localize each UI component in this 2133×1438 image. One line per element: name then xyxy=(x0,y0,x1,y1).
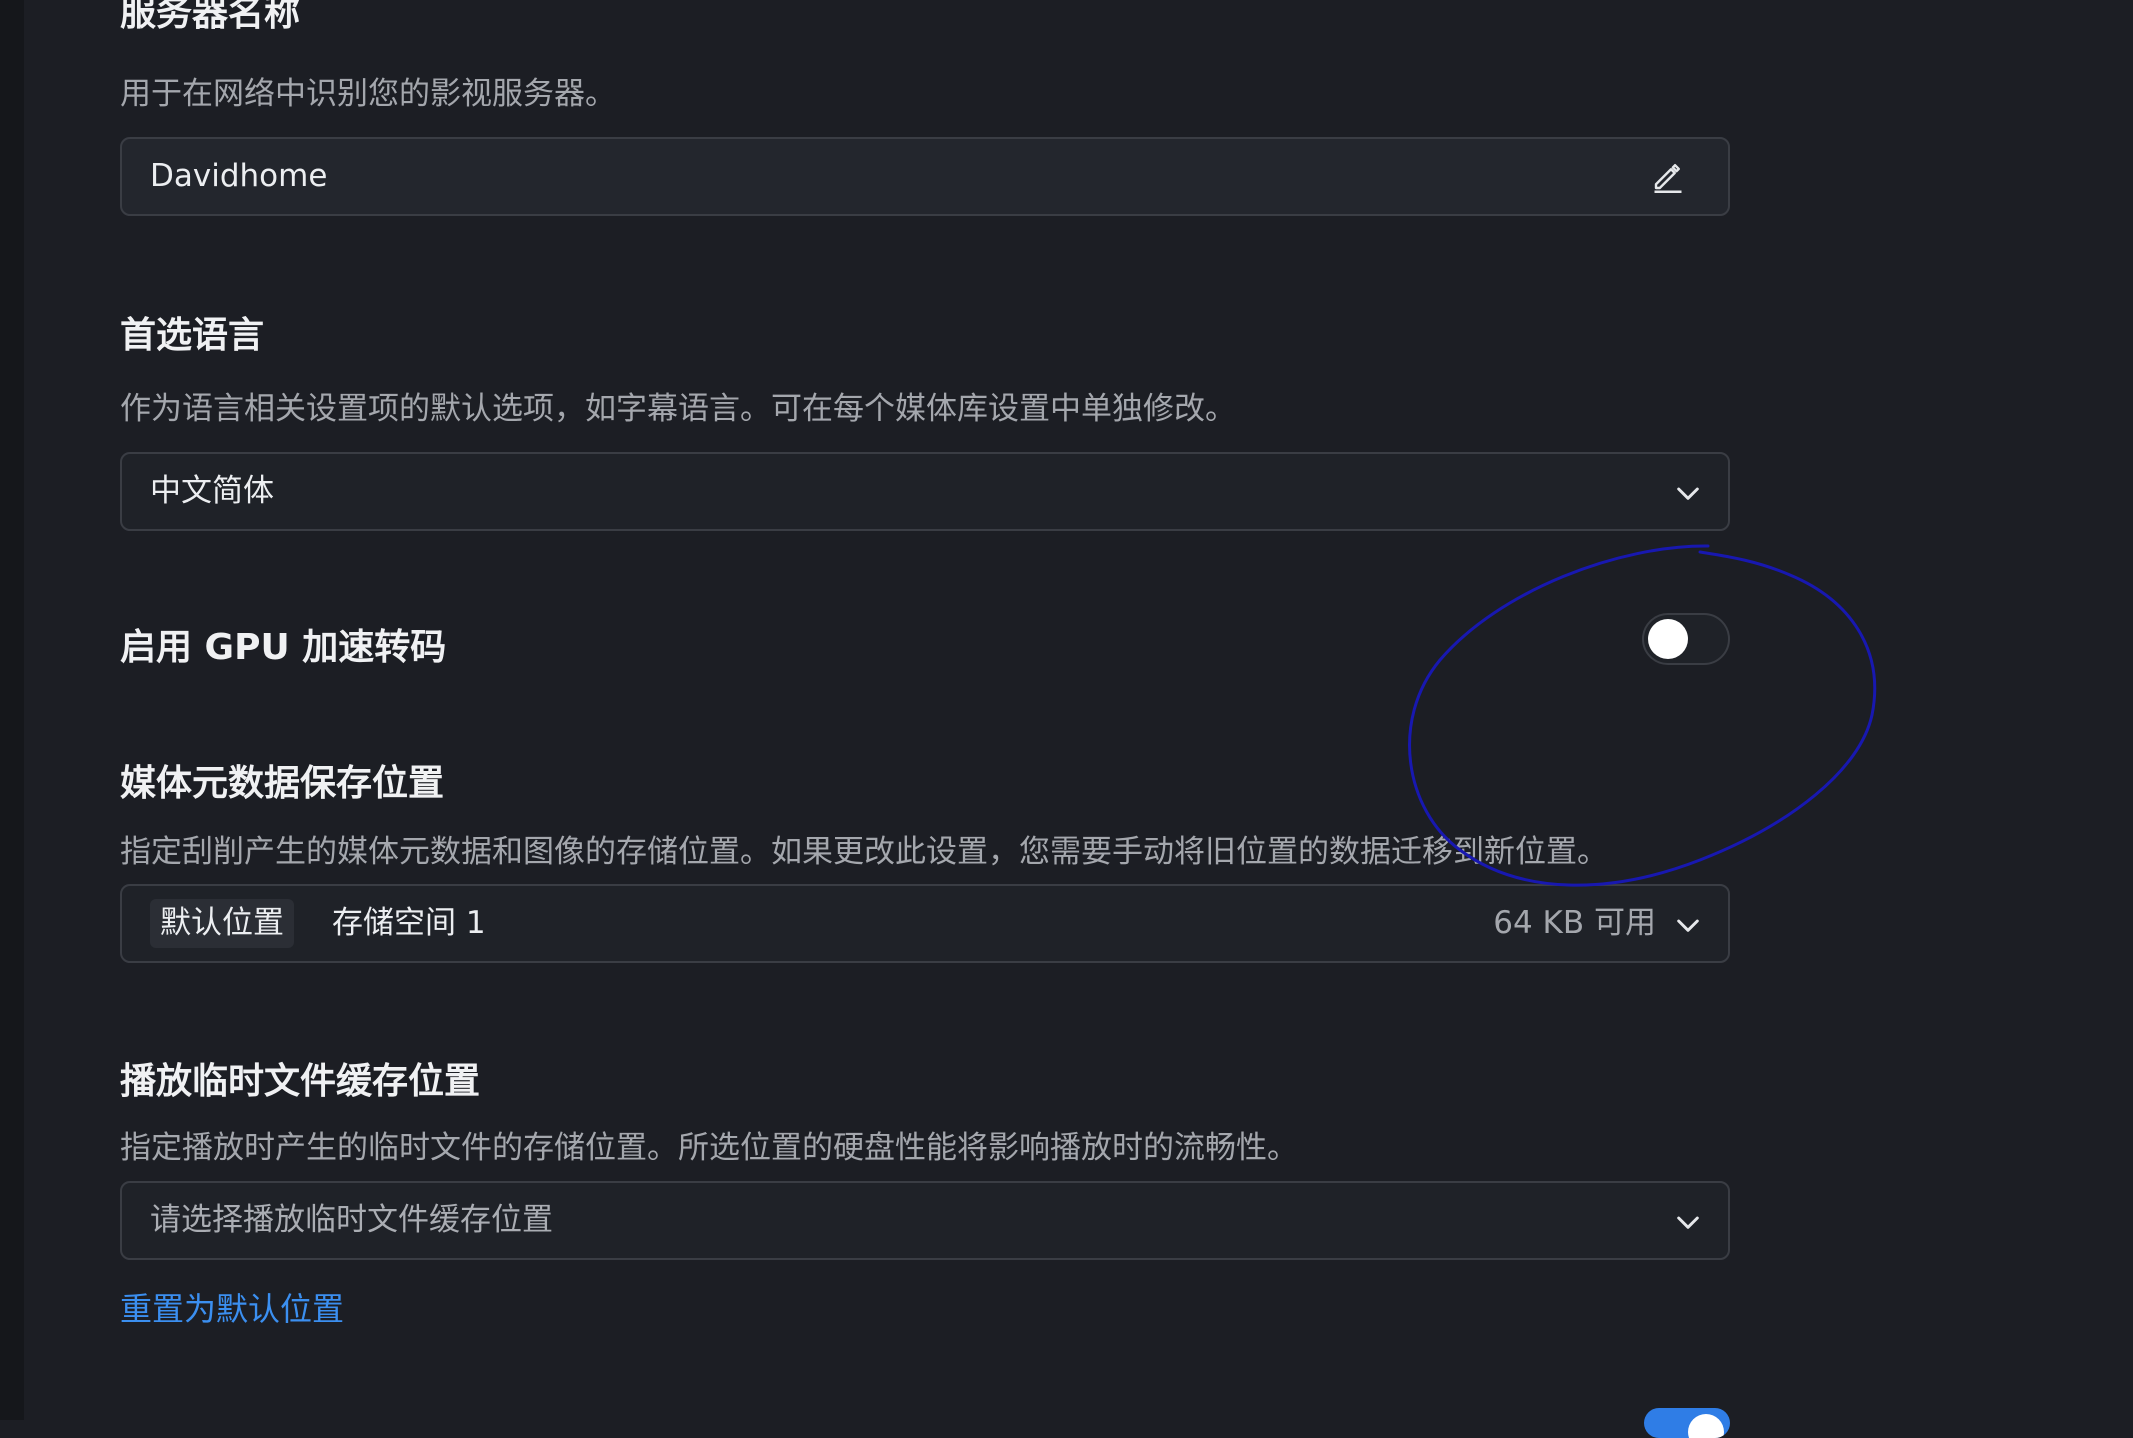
server-name-description: 用于在网络中识别您的影视服务器。 xyxy=(120,76,616,112)
server-name-input[interactable]: Davidhome xyxy=(120,137,1730,216)
reset-default-location-link[interactable]: 重置为默认位置 xyxy=(120,1284,344,1330)
playback-cache-select[interactable]: 请选择播放临时文件缓存位置 xyxy=(120,1181,1730,1260)
language-select[interactable]: 中文简体 xyxy=(120,452,1730,531)
gpu-transcode-title: 启用 GPU 加速转码 xyxy=(120,627,447,668)
toggle-knob xyxy=(1648,619,1688,659)
playback-cache-description: 指定播放时产生的临时文件的存储位置。所选位置的硬盘性能将影响播放时的流畅性。 xyxy=(120,1130,1298,1166)
gpu-transcode-toggle[interactable] xyxy=(1642,613,1730,665)
preferred-language-description: 作为语言相关设置项的默认选项，如字幕语言。可在每个媒体库设置中单独修改。 xyxy=(120,391,1236,427)
available-space: 64 KB 可用 xyxy=(1493,905,1656,941)
server-name-value: Davidhome xyxy=(150,158,328,194)
chevron-down-icon xyxy=(1677,1216,1699,1229)
server-name-title: 服务器名称 xyxy=(120,0,301,34)
storage-name: 存储空间 1 xyxy=(332,905,486,941)
edit-icon[interactable] xyxy=(1650,158,1686,194)
metadata-location-select[interactable]: 默认位置 存储空间 1 64 KB 可用 xyxy=(120,884,1730,963)
chevron-down-icon xyxy=(1677,487,1699,500)
playback-cache-title: 播放临时文件缓存位置 xyxy=(120,1061,481,1102)
toggle-knob xyxy=(1688,1414,1724,1438)
playback-cache-placeholder: 请选择播放临时文件缓存位置 xyxy=(150,1202,553,1238)
metadata-location-description: 指定刮削产生的媒体元数据和图像的存储位置。如果更改此设置，您需要手动将旧位置的数… xyxy=(120,834,1608,870)
language-select-value: 中文简体 xyxy=(150,473,274,509)
left-sidebar-edge xyxy=(0,0,24,1420)
default-location-badge: 默认位置 xyxy=(150,899,294,948)
next-setting-toggle[interactable] xyxy=(1644,1408,1730,1438)
preferred-language-title: 首选语言 xyxy=(120,315,265,356)
chevron-down-icon xyxy=(1677,919,1699,932)
metadata-location-title: 媒体元数据保存位置 xyxy=(120,763,445,804)
